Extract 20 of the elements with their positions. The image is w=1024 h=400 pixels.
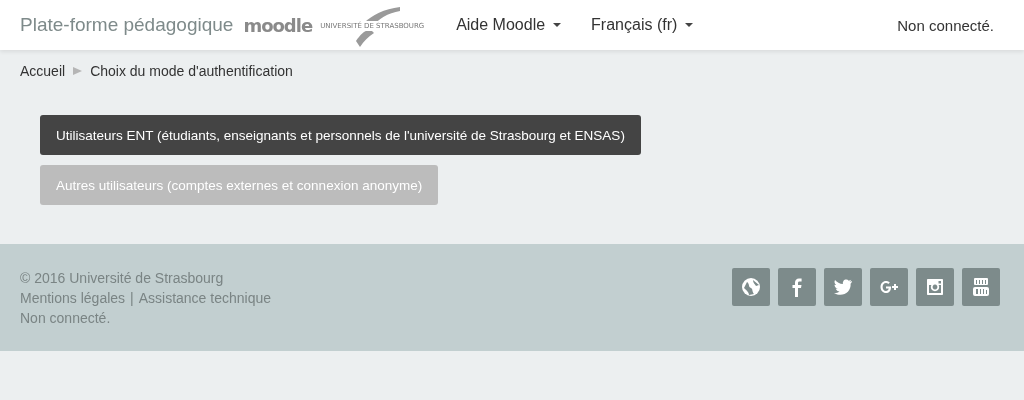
twitter-button[interactable] [824,268,862,306]
globe-icon [740,276,762,298]
breadcrumb-item: Choix du mode d'authentification [90,63,293,79]
breadcrumb-link[interactable]: Accueil [20,63,66,79]
login-status: Non connecté. [20,309,112,328]
copyright-text: © 2016 Université de Strasbourg [20,269,225,288]
instagram-icon [924,276,946,298]
youtube-button[interactable] [962,268,1000,306]
googleplus-button[interactable] [870,268,908,306]
site-title[interactable]: Plate-forme pédagogique [20,14,234,36]
link-separator: | [130,289,134,308]
dropdown-menu[interactable]: Aide Moodle [450,12,568,38]
breadcrumb-separator-icon [73,67,83,75]
login-status: Non connecté. [897,16,994,34]
facebook-button[interactable] [778,268,816,306]
logo-text: moodle [243,14,313,36]
login-option-button[interactable]: Utilisateurs ENT (étudiants, enseignants et personnels de l'université de Strasbourg et ENSAS) [40,115,641,155]
instagram-button[interactable] [916,268,954,306]
dropdown-menu[interactable]: Français (fr) [585,12,700,38]
globe-button[interactable] [732,268,770,306]
